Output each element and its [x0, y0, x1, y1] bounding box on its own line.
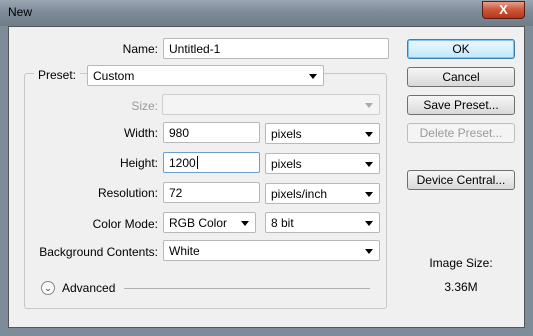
width-unit-dropdown[interactable]: pixels [265, 123, 380, 144]
title-bar: New X [0, 0, 533, 26]
close-icon: X [499, 2, 508, 17]
name-label: Name: [122, 42, 158, 56]
bit-depth-dropdown[interactable]: 8 bit [265, 212, 380, 233]
color-mode-label: Color Mode: [92, 217, 158, 231]
width-label: Width: [123, 126, 158, 140]
background-contents-value: White [169, 244, 200, 258]
window-frame-right [525, 26, 533, 336]
background-contents-dropdown[interactable]: White [163, 240, 380, 261]
color-mode-dropdown[interactable]: RGB Color [163, 212, 256, 233]
preset-dropdown[interactable]: Custom [87, 65, 324, 86]
save-preset-button[interactable]: Save Preset... [407, 95, 515, 115]
delete-preset-button: Delete Preset... [407, 123, 515, 143]
device-central-button[interactable]: Device Central... [407, 170, 515, 190]
double-chevron-down-icon[interactable]: ⌄ [41, 281, 55, 295]
advanced-toggle-label[interactable]: Advanced [62, 281, 115, 295]
height-unit-value: pixels [271, 157, 302, 171]
preset-value: Custom [93, 69, 135, 83]
chevron-down-icon [309, 74, 317, 79]
color-mode-value: RGB Color [169, 216, 228, 230]
bit-depth-value: 8 bit [271, 216, 294, 230]
close-button[interactable]: X [482, 1, 525, 19]
advanced-divider [124, 288, 370, 289]
preset-label: Preset: [34, 68, 81, 82]
height-value: 1200 [169, 156, 196, 170]
name-field[interactable]: Untitled-1 [163, 38, 389, 59]
window-frame-bottom [0, 328, 533, 336]
size-label: Size: [131, 99, 158, 113]
height-field[interactable]: 1200 [163, 152, 260, 173]
window-title: New [8, 5, 33, 19]
height-label: Height: [119, 156, 158, 170]
size-dropdown [162, 94, 380, 115]
resolution-field[interactable]: 72 [163, 182, 260, 203]
chevron-down-icon [365, 162, 373, 167]
chevron-down-icon [365, 132, 373, 137]
height-unit-dropdown[interactable]: pixels [265, 153, 380, 174]
window-frame-left [0, 26, 8, 336]
chevron-down-icon [365, 221, 373, 226]
chevron-down-icon [365, 249, 373, 254]
text-cursor [196, 156, 198, 169]
width-field[interactable]: 980 [163, 122, 260, 143]
cancel-button[interactable]: Cancel [407, 67, 515, 87]
chevron-down-icon [241, 221, 249, 226]
background-contents-label: Background Contents: [39, 245, 158, 259]
chevron-down-icon [365, 192, 373, 197]
resolution-label: Resolution: [97, 186, 158, 200]
ok-button[interactable]: OK [407, 39, 515, 59]
image-size-value: 3.36M [444, 280, 478, 294]
image-size-label: Image Size: [429, 256, 493, 270]
resolution-unit-value: pixels/inch [271, 187, 328, 201]
width-unit-value: pixels [271, 127, 302, 141]
resolution-unit-dropdown[interactable]: pixels/inch [265, 183, 380, 204]
chevron-down-icon [365, 103, 373, 108]
